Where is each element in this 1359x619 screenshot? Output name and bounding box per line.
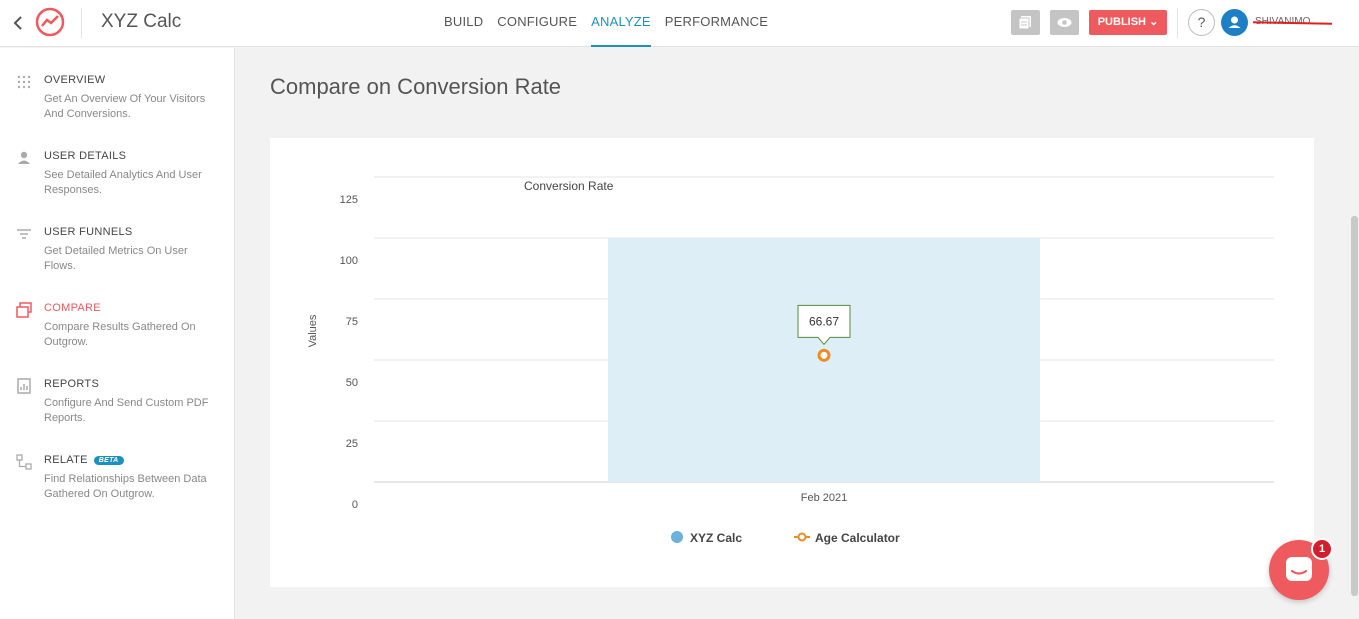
publish-button[interactable]: PUBLISH ⌄ (1089, 10, 1167, 35)
y-tick-label: 0 (352, 499, 358, 511)
sidebar-item-title: REPORTS (44, 378, 100, 390)
sidebar-item-desc: Get An Overview Of Your Visitors And Con… (44, 93, 206, 120)
sidebar-item-title: COMPARE (44, 302, 101, 314)
user-avatar[interactable] (1221, 9, 1248, 36)
y-tick-label: 125 (340, 194, 358, 206)
y-tick-label: 25 (346, 438, 358, 450)
sidebar-item-title: RELATE BETA (44, 454, 124, 466)
line-point-age-calculator (817, 348, 831, 362)
tooltip-value: 66.67 (809, 314, 839, 328)
sidebar-item-desc: See Detailed Analytics And User Response… (44, 169, 202, 196)
pages-icon (1018, 16, 1031, 30)
y-tick-label: 50 (346, 377, 358, 389)
grid-icon (17, 75, 31, 89)
sidebar-item-desc: Get Detailed Metrics On User Flows. (44, 245, 188, 272)
preview-button[interactable] (1050, 10, 1079, 35)
app-title: XYZ Calc (101, 11, 182, 32)
sidebar-item-desc: Configure And Send Custom PDF Reports. (44, 397, 209, 424)
sidebar-item-title: OVERVIEW (44, 74, 106, 86)
divider (1177, 8, 1178, 38)
top-bar: XYZ Calc BUILD CONFIGURE ANALYZE PERFORM… (0, 0, 1359, 47)
sidebar-item-title: USER FUNNELS (44, 226, 133, 238)
sidebar-item-title: USER DETAILS (44, 150, 127, 162)
beta-badge: BETA (93, 456, 124, 465)
legend-label-xyz-calc: XYZ Calc (690, 531, 742, 545)
relate-icon (16, 454, 32, 470)
main-nav: BUILD CONFIGURE ANALYZE PERFORMANCE (444, 0, 782, 47)
tab-configure[interactable]: CONFIGURE (497, 0, 577, 47)
x-tick-label: Feb 2021 (801, 492, 847, 504)
conversion-rate-chart: 0 25 50 75 100 125 Feb 2021 Conversion Rate Valu… (307, 176, 1274, 545)
y-axis-label: Values (307, 314, 319, 347)
publish-label: PUBLISH (1097, 16, 1146, 28)
sidebar-item-reports[interactable]: REPORTS Configure And Send Custom PDF Re… (0, 358, 235, 428)
sidebar: OVERVIEW Get An Overview Of Your Visitor… (0, 48, 235, 619)
y-tick-label: 100 (340, 255, 358, 267)
divider (81, 8, 82, 38)
tab-analyze[interactable]: ANALYZE (591, 0, 651, 47)
sidebar-item-user-funnels[interactable]: USER FUNNELS Get Detailed Metrics On Use… (0, 206, 235, 276)
back-chevron-icon[interactable] (10, 12, 28, 34)
sidebar-item-desc: Find Relationships Between Data Gathered… (44, 473, 207, 500)
tab-build[interactable]: BUILD (444, 0, 483, 47)
legend-swatch-xyz-calc (671, 531, 683, 543)
pages-button[interactable] (1011, 10, 1040, 35)
funnel-icon (17, 229, 31, 239)
chevron-down-icon: ⌄ (1149, 16, 1159, 28)
sidebar-item-user-details[interactable]: USER DETAILS See Detailed Analytics And … (0, 130, 235, 200)
sidebar-item-desc: Compare Results Gathered On Outgrow. (44, 321, 196, 348)
page-title: Compare on Conversion Rate (270, 74, 562, 99)
sidebar-item-overview[interactable]: OVERVIEW Get An Overview Of Your Visitor… (0, 54, 235, 124)
legend-label-age-calculator: Age Calculator (815, 531, 900, 545)
report-icon (17, 378, 31, 394)
chart-card: 0 25 50 75 100 125 Feb 2021 Conversion Rate Valu… (270, 138, 1314, 587)
legend-swatch-age-calculator (797, 532, 807, 542)
outgrow-logo-icon[interactable] (34, 6, 66, 38)
sidebar-item-relate[interactable]: RELATE BETA Find Relationships Between Da… (0, 434, 235, 504)
user-icon (18, 151, 30, 164)
chart-title: Conversion Rate (524, 179, 614, 193)
scrollbar-thumb[interactable] (1351, 216, 1358, 596)
y-tick-label: 75 (346, 316, 358, 328)
eye-icon (1057, 18, 1072, 27)
chat-badge: 1 (1311, 538, 1333, 560)
sidebar-item-label: RELATE (44, 454, 88, 466)
sidebar-item-compare[interactable]: COMPARE Compare Results Gathered On Outg… (0, 282, 235, 352)
user-icon (1228, 16, 1241, 28)
compare-icon (16, 302, 32, 318)
tab-performance[interactable]: PERFORMANCE (665, 0, 768, 47)
help-button[interactable]: ? (1188, 9, 1215, 36)
